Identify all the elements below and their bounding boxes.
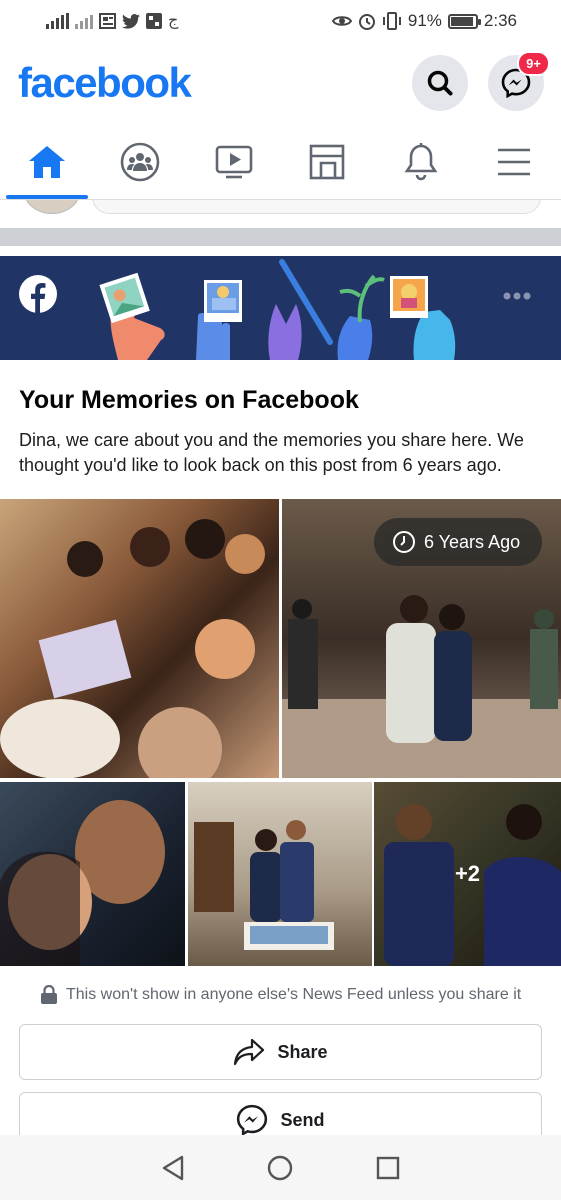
home-icon [28, 145, 65, 178]
time-ago-badge: 6 Years Ago [374, 518, 542, 566]
tab-menu[interactable] [468, 124, 561, 199]
clock: 2:36 [483, 11, 517, 30]
arabic-char-icon: ج [168, 12, 179, 29]
share-button[interactable]: Share [19, 1024, 542, 1080]
memories-description: Dina, we care about you and the memories… [19, 430, 524, 475]
memories-illustration [99, 259, 456, 360]
groups-icon [120, 142, 160, 181]
more-photos-count[interactable]: +2 [374, 782, 561, 966]
app-header: facebook 9+ [0, 42, 561, 124]
facebook-logo[interactable]: facebook [18, 59, 192, 107]
app-icon [146, 13, 162, 29]
tab-groups[interactable] [94, 124, 188, 199]
battery-icon [447, 13, 481, 29]
tab-home[interactable] [0, 124, 94, 199]
eye-icon [331, 16, 352, 26]
tab-notifications[interactable] [374, 124, 468, 199]
more-options-icon[interactable] [503, 292, 531, 300]
privacy-note: This won't show in anyone else's News Fe… [40, 985, 521, 1005]
avatar[interactable] [24, 200, 80, 214]
twitter-icon [122, 13, 140, 29]
messenger-button[interactable]: 9+ [488, 51, 550, 111]
messenger-send-icon [237, 1104, 268, 1136]
messenger-badge: 9+ [517, 51, 550, 76]
home-circle-icon[interactable] [266, 1154, 294, 1182]
search-button[interactable] [412, 55, 468, 111]
share-label: Share [277, 1041, 328, 1062]
clock-icon [393, 531, 415, 553]
status-right-icons: 91% 2:36 [331, 11, 517, 31]
privacy-note-text: This won't show in anyone else's News Fe… [66, 986, 522, 1003]
battery-percent: 91% [407, 11, 442, 30]
watch-icon [215, 145, 253, 178]
time-ago-label: 6 Years Ago [424, 531, 521, 552]
memories-title: Your Memories on Facebook [19, 386, 359, 414]
alarm-icon [358, 14, 375, 30]
share-icon [234, 1038, 265, 1066]
bell-icon [404, 142, 438, 180]
search-icon [427, 70, 453, 96]
group-selfie-photo[interactable] [0, 499, 279, 778]
status-bar: ج 91% 2:36 [0, 0, 561, 42]
previous-post-comment-box[interactable] [92, 200, 541, 214]
recents-icon[interactable] [375, 1155, 401, 1181]
nav-tabs [0, 124, 561, 200]
couple-cake-photo[interactable] [188, 782, 372, 966]
send-label: Send [280, 1109, 325, 1130]
previous-post-fragment [0, 200, 561, 228]
header-actions: 9+ [412, 51, 550, 111]
lock-icon [41, 985, 57, 1004]
signal-x-icon [75, 13, 93, 29]
tab-watch[interactable] [187, 124, 281, 199]
battery-level [450, 16, 473, 26]
couple-selfie-photo[interactable] [0, 782, 185, 966]
couple-cake-image [194, 820, 334, 950]
couple-selfie-image [0, 800, 165, 966]
android-nav-bar [0, 1135, 561, 1200]
feed-divider [0, 228, 561, 246]
vibrate-icon [382, 12, 401, 30]
tab-marketplace[interactable] [281, 124, 375, 199]
signal-icon [46, 13, 69, 29]
menu-icon [498, 148, 531, 175]
back-icon[interactable] [160, 1154, 186, 1182]
memories-banner [0, 256, 561, 360]
marketplace-icon [309, 144, 345, 179]
group-selfie-image [0, 519, 265, 778]
news-icon [99, 13, 116, 29]
status-left-icons: ج [46, 13, 178, 29]
